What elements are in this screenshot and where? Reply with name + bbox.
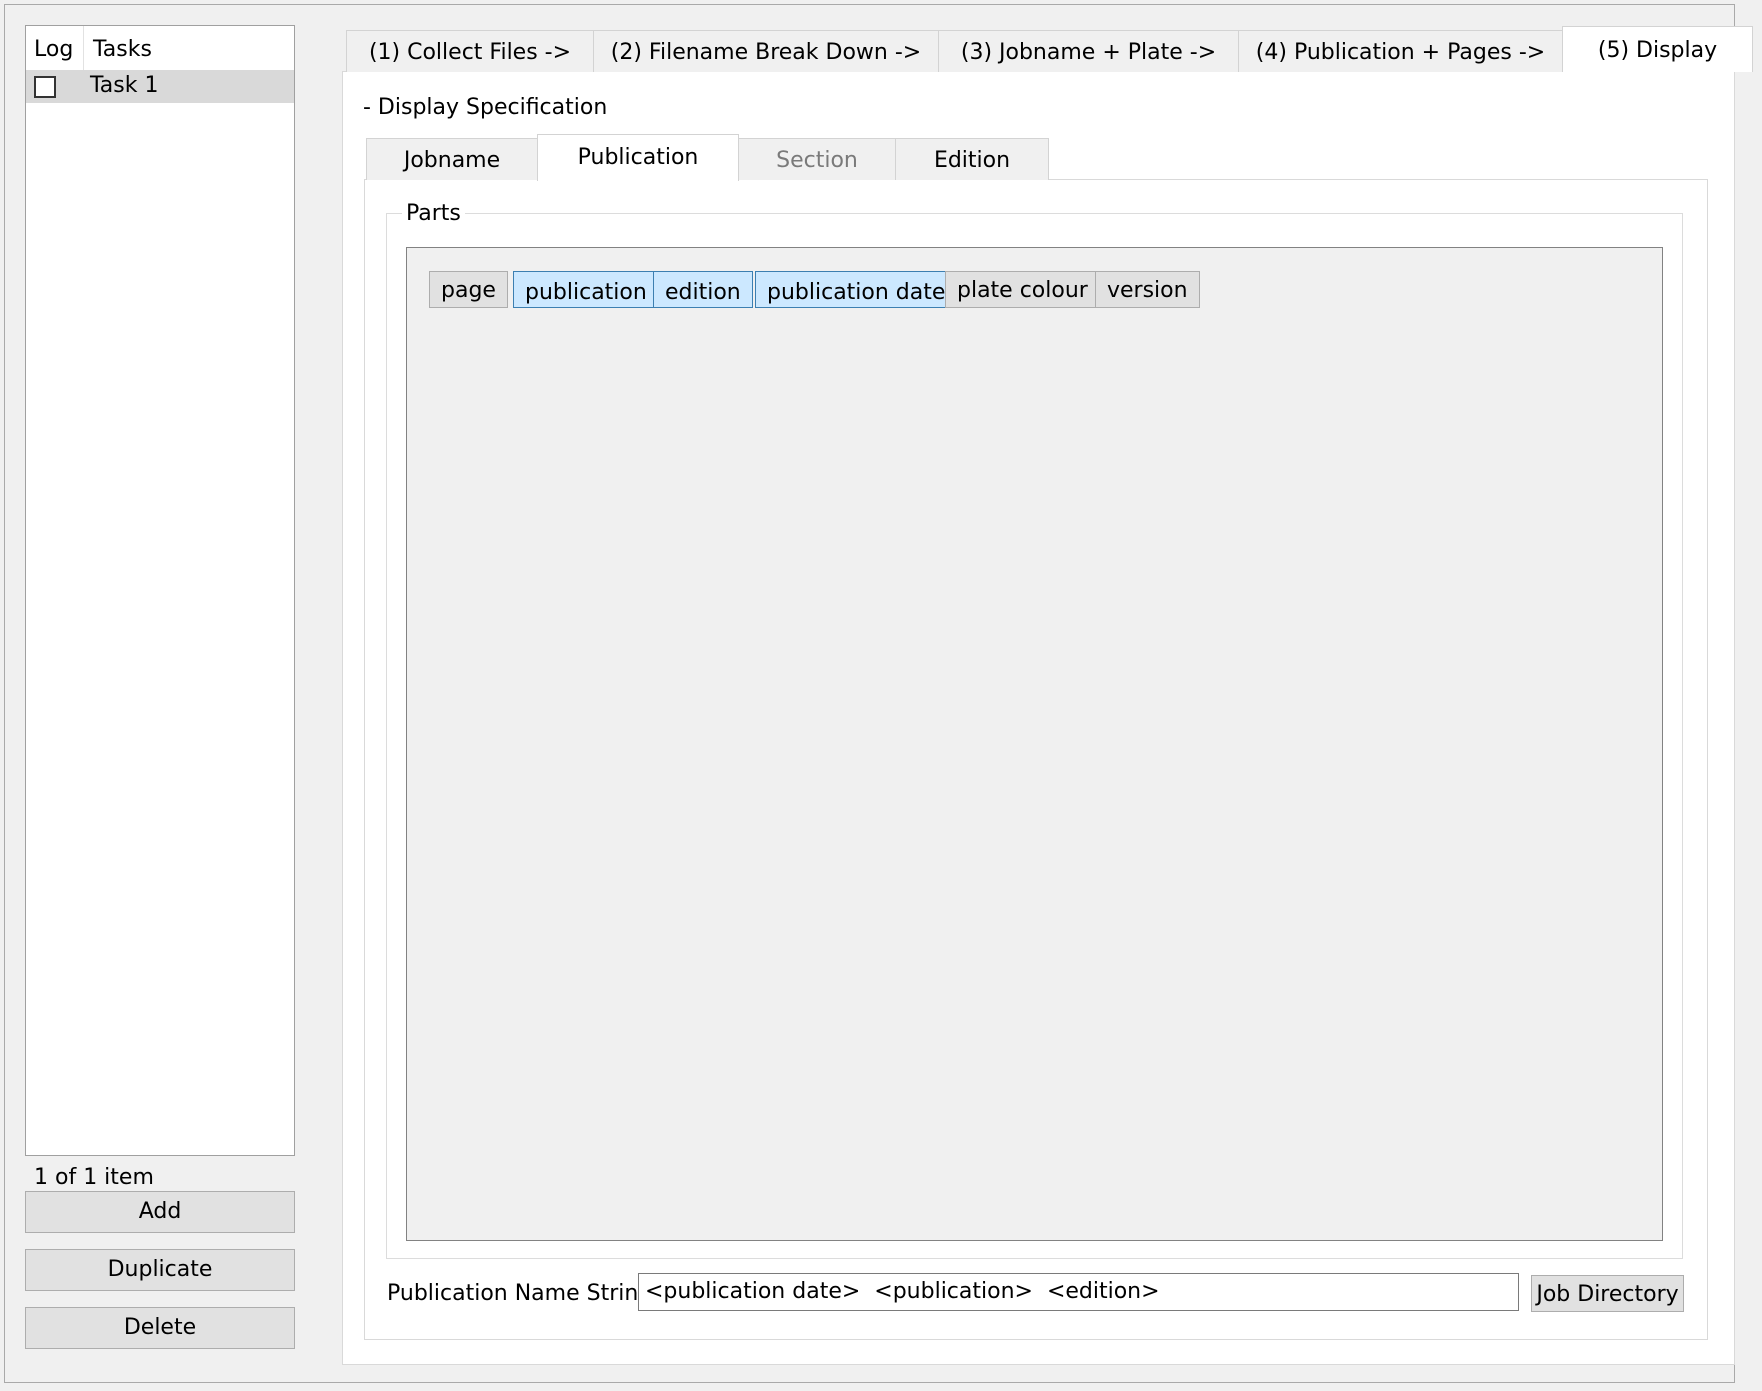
part-chip-publication[interactable]: publication bbox=[513, 271, 659, 308]
duplicate-button[interactable]: Duplicate bbox=[25, 1249, 295, 1291]
delete-button[interactable]: Delete bbox=[25, 1307, 295, 1349]
tab-collect-files[interactable]: (1) Collect Files -> bbox=[346, 30, 594, 72]
tab-publication-pages[interactable]: (4) Publication + Pages -> bbox=[1238, 30, 1563, 72]
publication-name-string-label: Publication Name String: bbox=[387, 1281, 660, 1306]
part-chip-page[interactable]: page bbox=[429, 271, 508, 308]
tab-jobname[interactable]: Jobname bbox=[366, 138, 538, 180]
part-chip-publication-date[interactable]: publication date bbox=[755, 271, 958, 308]
parts-label: Parts bbox=[402, 201, 465, 226]
display-sub-tab-bar: Jobname Publication Section Edition bbox=[366, 134, 1049, 181]
tab-section: Section bbox=[738, 138, 896, 180]
task-list-header: Log Tasks bbox=[26, 26, 294, 70]
parts-area[interactable]: page publication edition publication dat… bbox=[406, 247, 1663, 1241]
publication-name-string-input[interactable]: <publication date> <publication> <editio… bbox=[638, 1273, 1519, 1311]
part-chip-plate-colour[interactable]: plate colour bbox=[945, 271, 1100, 308]
part-chip-version[interactable]: version bbox=[1095, 271, 1200, 308]
tab-filename-break-down[interactable]: (2) Filename Break Down -> bbox=[593, 30, 939, 72]
log-column-header[interactable]: Log bbox=[26, 26, 84, 70]
main-tab-bar: (1) Collect Files -> (2) Filename Break … bbox=[346, 26, 1753, 72]
tasks-column-header[interactable]: Tasks bbox=[84, 26, 152, 70]
task-list[interactable]: Log Tasks Task 1 bbox=[25, 25, 295, 1156]
task-row[interactable]: Task 1 bbox=[26, 70, 294, 103]
tab-display[interactable]: (5) Display bbox=[1562, 26, 1753, 72]
task-label: Task 1 bbox=[90, 73, 159, 98]
tab-edition[interactable]: Edition bbox=[895, 138, 1049, 180]
display-specification-toggle[interactable]: - Display Specification bbox=[363, 95, 607, 120]
part-chip-edition[interactable]: edition bbox=[653, 271, 753, 308]
tab-publication[interactable]: Publication bbox=[537, 134, 739, 181]
item-count: 1 of 1 item bbox=[34, 1165, 154, 1190]
task-log-checkbox[interactable] bbox=[34, 75, 56, 98]
tab-jobname-plate[interactable]: (3) Jobname + Plate -> bbox=[938, 30, 1239, 72]
add-button[interactable]: Add bbox=[25, 1191, 295, 1233]
job-directory-button[interactable]: Job Directory bbox=[1531, 1275, 1684, 1312]
